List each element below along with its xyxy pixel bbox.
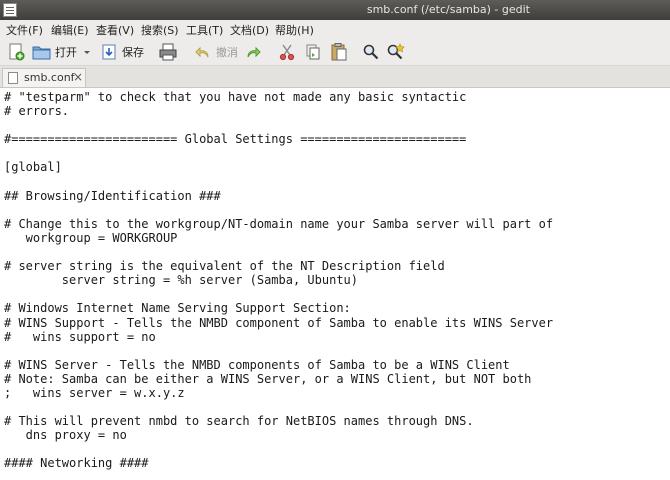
menu-file[interactable]: 文件(F) xyxy=(6,22,43,38)
gedit-app-icon[interactable] xyxy=(3,3,17,17)
toolbar: 打开 保存 撤消 xyxy=(0,39,670,66)
find-replace-button[interactable] xyxy=(386,42,406,62)
code-line[interactable] xyxy=(0,400,670,414)
menu-help[interactable]: 帮助(H) xyxy=(275,22,314,38)
code-line[interactable]: # Windows Internet Name Serving Support … xyxy=(0,301,670,315)
code-line[interactable]: workgroup = WORKGROUP xyxy=(0,231,670,245)
open-label[interactable]: 打开 xyxy=(55,44,77,60)
code-line[interactable] xyxy=(0,344,670,358)
redo-icon xyxy=(247,46,261,58)
close-tab-icon[interactable]: × xyxy=(73,70,83,84)
search-icon xyxy=(363,44,379,60)
code-line[interactable] xyxy=(0,175,670,189)
code-line[interactable]: # server string is the equivalent of the… xyxy=(0,259,670,273)
code-line[interactable]: # This will prevent nmbd to search for N… xyxy=(0,414,670,428)
folder-icon xyxy=(32,46,51,60)
print-button[interactable] xyxy=(158,42,178,62)
new-document-button[interactable] xyxy=(6,42,26,62)
open-recent-dropdown[interactable] xyxy=(82,42,92,62)
code-line[interactable]: # "testparm" to check that you have not … xyxy=(0,90,670,104)
copy-button[interactable] xyxy=(304,42,322,62)
menu-search[interactable]: 搜索(S) xyxy=(141,22,179,38)
tab-label: smb.conf xyxy=(24,71,75,84)
new-document-icon xyxy=(9,43,25,61)
paste-button[interactable] xyxy=(330,42,348,62)
code-line[interactable]: # WINS Server - Tells the NMBD component… xyxy=(0,358,670,372)
menu-edit[interactable]: 编辑(E) xyxy=(51,22,89,38)
tab-smb-conf[interactable]: smb.conf × xyxy=(2,68,86,87)
undo-button[interactable] xyxy=(194,42,212,62)
text-file-icon xyxy=(8,72,18,84)
code-area[interactable]: # "testparm" to check that you have not … xyxy=(0,88,670,471)
find-button[interactable] xyxy=(362,42,380,62)
code-line[interactable]: #======================= Global Settings… xyxy=(0,132,670,146)
code-line[interactable] xyxy=(0,118,670,132)
clipboard-icon xyxy=(331,43,347,61)
code-line[interactable]: dns proxy = no xyxy=(0,428,670,442)
code-line[interactable]: # Note: Samba can be either a WINS Serve… xyxy=(0,372,670,386)
code-line[interactable] xyxy=(0,442,670,456)
menu-bar: 文件(F) 编辑(E) 查看(V) 搜索(S) 工具(T) 文档(D) 帮助(H… xyxy=(0,20,670,39)
redo-button[interactable] xyxy=(244,42,262,62)
save-button[interactable] xyxy=(100,42,118,62)
title-bar: smb.conf (/etc/samba) - gedit xyxy=(0,0,670,20)
save-icon xyxy=(102,44,116,60)
text-editor[interactable]: # "testparm" to check that you have not … xyxy=(0,88,670,480)
find-replace-icon xyxy=(387,43,405,60)
code-line[interactable]: ; wins server = w.x.y.z xyxy=(0,386,670,400)
code-line[interactable]: #### Networking #### xyxy=(0,456,670,470)
code-line[interactable] xyxy=(0,203,670,217)
code-line[interactable]: [global] xyxy=(0,160,670,174)
code-line[interactable] xyxy=(0,245,670,259)
code-line[interactable] xyxy=(0,287,670,301)
save-label[interactable]: 保存 xyxy=(122,44,144,60)
printer-icon xyxy=(159,43,177,61)
menu-view[interactable]: 查看(V) xyxy=(96,22,134,38)
undo-label[interactable]: 撤消 xyxy=(216,44,238,60)
window-title: smb.conf (/etc/samba) - gedit xyxy=(366,3,530,16)
undo-icon xyxy=(195,46,209,58)
cut-button[interactable] xyxy=(278,42,296,62)
code-line[interactable]: # wins support = no xyxy=(0,330,670,344)
menu-tools[interactable]: 工具(T) xyxy=(186,22,223,38)
code-line[interactable]: ## Browsing/Identification ### xyxy=(0,189,670,203)
code-line[interactable]: server string = %h server (Samba, Ubuntu… xyxy=(0,273,670,287)
menu-documents[interactable]: 文档(D) xyxy=(230,22,269,38)
code-line[interactable]: # WINS Support - Tells the NMBD componen… xyxy=(0,316,670,330)
code-line[interactable] xyxy=(0,146,670,160)
copy-icon xyxy=(306,44,320,60)
code-line[interactable]: # errors. xyxy=(0,104,670,118)
chevron-down-icon xyxy=(84,51,90,54)
scissors-icon xyxy=(279,44,295,61)
code-line[interactable]: # Change this to the workgroup/NT-domain… xyxy=(0,217,670,231)
open-button[interactable] xyxy=(31,42,53,62)
document-tab-bar: smb.conf × xyxy=(0,66,670,88)
